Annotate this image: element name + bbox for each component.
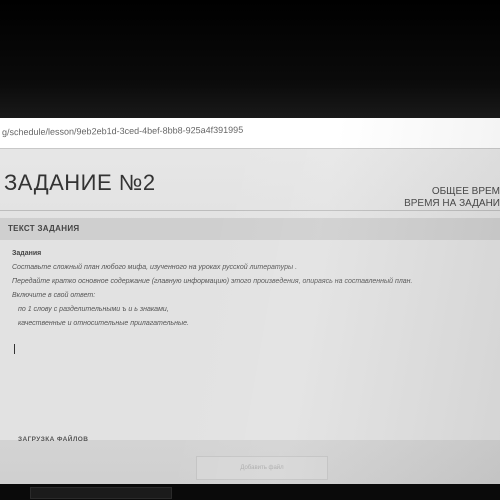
task-line: качественные и относительные прилагатель… [18,320,189,327]
page-title: ЗАДАНИЕ №2 [4,170,156,195]
section-title: ТЕКСТ ЗАДАНИЯ [8,224,80,233]
timer-panel: ОБЩЕЕ ВРЕМ ВРЕМЯ НА ЗАДАНИ [404,186,500,210]
text-cursor [14,344,15,354]
task-time-label: ВРЕМЯ НА ЗАДАНИ [404,198,500,209]
task-line: по 1 слову с разделительными ъ и ь знака… [18,306,169,313]
upload-section-label: ЗАГРУЗКА ФАЙЛОВ [18,436,89,443]
browser-screen: g/schedule/lesson/9eb2eb1d-3ced-4bef-8bb… [0,118,500,490]
task-line: Включите в свой ответ: [12,292,96,299]
task-section-header: ТЕКСТ ЗАДАНИЯ [0,218,500,241]
monitor-bezel-top [0,0,500,120]
total-time-label: ОБЩЕЕ ВРЕМ [431,186,500,197]
url-text[interactable]: g/schedule/lesson/9eb2eb1d-3ced-4bef-8bb… [2,125,243,138]
task-label: Задания [12,250,42,257]
task-line: Передайте кратко основное содержание (гл… [12,278,413,285]
address-bar[interactable]: g/schedule/lesson/9eb2eb1d-3ced-4bef-8bb… [0,118,500,149]
taskbar-strip [30,487,172,499]
add-file-button[interactable]: Добавить файл [196,456,328,480]
header-divider [0,210,500,211]
task-line: Составьте сложный план любого мифа, изуч… [12,264,298,271]
